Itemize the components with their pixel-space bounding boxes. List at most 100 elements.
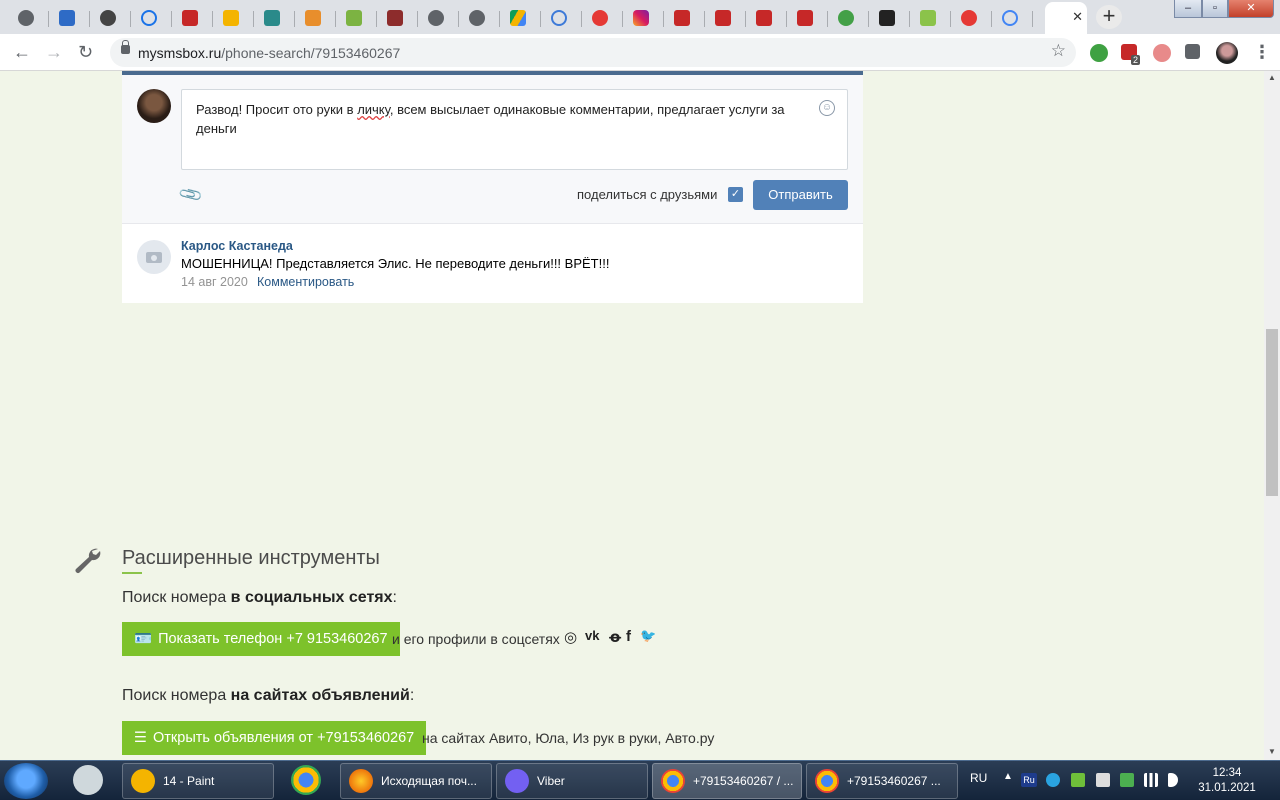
browser-menu-icon[interactable]: ⋮ — [1253, 42, 1271, 63]
mail-icon — [305, 10, 321, 26]
tab[interactable] — [295, 4, 336, 32]
share-with-friends-label: поделиться с друзьями — [577, 187, 718, 202]
dollar-icon — [100, 10, 116, 26]
image-icon — [223, 10, 239, 26]
taskbar-item-thunderbird[interactable]: Исходящая поч... — [340, 763, 492, 799]
tab[interactable] — [910, 4, 951, 32]
tab-active[interactable]: ✕ — [1045, 2, 1087, 34]
address-bar[interactable]: mysmsbox.ru/phone-search/79153460267 ☆ — [110, 38, 1076, 67]
taskbar-item-chrome-2[interactable]: +79153460267 ... — [806, 763, 958, 799]
tab[interactable] — [8, 4, 49, 32]
close-window-button[interactable]: ✕ — [1228, 0, 1274, 18]
extension-frog-icon[interactable] — [1090, 44, 1108, 62]
tab[interactable] — [49, 4, 90, 32]
page-scrollbar[interactable]: ▲ ▼ — [1264, 71, 1280, 760]
browser-toolbar: ← → ↻ mysmsbox.ru/phone-search/791534602… — [0, 34, 1280, 71]
forward-button[interactable]: → — [45, 42, 63, 63]
close-tab-icon[interactable]: ✕ — [1072, 9, 1083, 25]
tab[interactable] — [541, 4, 582, 32]
list-icon: ☰ — [134, 730, 147, 746]
share-checkbox[interactable]: ✓ — [728, 187, 743, 202]
heart-icon — [592, 10, 608, 26]
tab[interactable] — [500, 4, 541, 32]
language-indicator[interactable]: RU — [970, 771, 987, 785]
tab[interactable] — [172, 4, 213, 32]
tab[interactable] — [746, 4, 787, 32]
bookmark-star-icon[interactable]: ☆ — [1051, 41, 1066, 61]
safe-remove-icon[interactable] — [1120, 773, 1134, 787]
globe-icon — [18, 10, 34, 26]
network-signal-icon[interactable] — [1144, 773, 1158, 787]
wrench-icon — [75, 548, 101, 573]
punto-switcher-icon[interactable]: Ru — [1021, 773, 1037, 787]
new-tab-button[interactable]: + — [1096, 5, 1122, 29]
scroll-down-icon[interactable]: ▼ — [1268, 747, 1276, 756]
vk-icon[interactable]: vk — [585, 628, 599, 643]
tab[interactable] — [254, 4, 295, 32]
device-icon[interactable] — [1096, 773, 1110, 787]
avatar — [137, 240, 171, 274]
viber-icon — [505, 769, 529, 793]
tab[interactable] — [377, 4, 418, 32]
tab[interactable] — [828, 4, 869, 32]
reload-button[interactable]: ↻ — [78, 42, 93, 63]
telegram-icon[interactable] — [1046, 773, 1060, 787]
taskbar-item-chrome-1[interactable]: +79153460267 / ... — [652, 763, 802, 799]
maximize-button[interactable]: ▫ — [1202, 0, 1228, 18]
comment-item: Карлос Кастанеда МОШЕННИЦА! Представляет… — [122, 224, 863, 303]
tab[interactable] — [459, 4, 500, 32]
open-ads-caption: на сайтах Авито, Юла, Из рук в руки, Авт… — [422, 730, 715, 746]
page-viewport: Развод! Просит ото руки в личку, всем вы… — [0, 71, 1264, 760]
send-button[interactable]: Отправить — [753, 180, 848, 210]
profile-avatar[interactable] — [1216, 42, 1238, 64]
open-ads-button[interactable]: ☰ Открыть объявления от +79153460267 — [122, 721, 427, 755]
ok-icon[interactable]: ꝋ — [609, 628, 621, 646]
show-phone-caption: и его профили в соцсетях — [392, 631, 560, 647]
bookmark-icon — [674, 10, 690, 26]
comment-text: МОШЕННИЦА! Представляется Элис. Не перев… — [181, 256, 610, 271]
tab[interactable] — [418, 4, 459, 32]
windows-taskbar: 14 - Paint Исходящая поч... Viber +79153… — [0, 760, 1280, 800]
tab[interactable] — [213, 4, 254, 32]
tab[interactable] — [705, 4, 746, 32]
extensions-puzzle-icon[interactable] — [1185, 44, 1200, 59]
ads-search-heading: Поиск номера на сайтах объявлений: — [122, 687, 415, 704]
taskbar-item-viber[interactable]: Viber — [496, 763, 648, 799]
scroll-thumb[interactable] — [1266, 329, 1278, 496]
show-phone-button[interactable]: 🪪 Показать телефон +7 9153460267 — [122, 622, 400, 656]
url-text[interactable]: mysmsbox.ru/phone-search/79153460267 — [138, 45, 400, 61]
comment-textarea[interactable]: Развод! Просит ото руки в личку, всем вы… — [181, 89, 848, 170]
tab[interactable] — [869, 4, 910, 32]
drop-icon — [961, 10, 977, 26]
twitter-icon[interactable]: 🐦 — [640, 628, 656, 644]
instagram-icon[interactable]: ◎ — [564, 628, 577, 646]
tab[interactable] — [787, 4, 828, 32]
tab[interactable] — [664, 4, 705, 32]
tab[interactable] — [90, 4, 131, 32]
extension-cat-icon[interactable] — [1153, 44, 1171, 62]
scroll-up-icon[interactable]: ▲ — [1268, 73, 1276, 82]
antivirus-icon[interactable] — [1071, 773, 1085, 787]
emoji-icon[interactable]: ☺ — [819, 100, 835, 116]
start-button[interactable] — [4, 763, 48, 799]
facebook-icon[interactable]: f — [626, 628, 631, 645]
tab[interactable] — [131, 4, 172, 32]
tab[interactable] — [582, 4, 623, 32]
snipping-tool-icon[interactable] — [73, 765, 103, 795]
tab[interactable] — [951, 4, 992, 32]
tab[interactable] — [623, 4, 664, 32]
tab[interactable] — [336, 4, 377, 32]
tray-expand-icon[interactable]: ▲ — [1003, 771, 1013, 782]
attach-icon[interactable]: 📎 — [177, 181, 205, 209]
system-clock[interactable]: 12:34 31.01.2021 — [1196, 766, 1258, 796]
minimize-button[interactable]: – — [1174, 0, 1202, 18]
volume-icon[interactable] — [1168, 773, 1178, 787]
back-button[interactable]: ← — [13, 42, 31, 63]
reply-link[interactable]: Комментировать — [257, 275, 354, 289]
title-underline — [122, 572, 142, 574]
tab[interactable] — [992, 4, 1033, 32]
comment-author[interactable]: Карлос Кастанеда — [181, 239, 293, 253]
taskbar-item-paint[interactable]: 14 - Paint — [122, 763, 274, 799]
chrome-icon[interactable] — [291, 765, 321, 795]
comment-composer: Развод! Просит ото руки в личку, всем вы… — [122, 75, 863, 224]
